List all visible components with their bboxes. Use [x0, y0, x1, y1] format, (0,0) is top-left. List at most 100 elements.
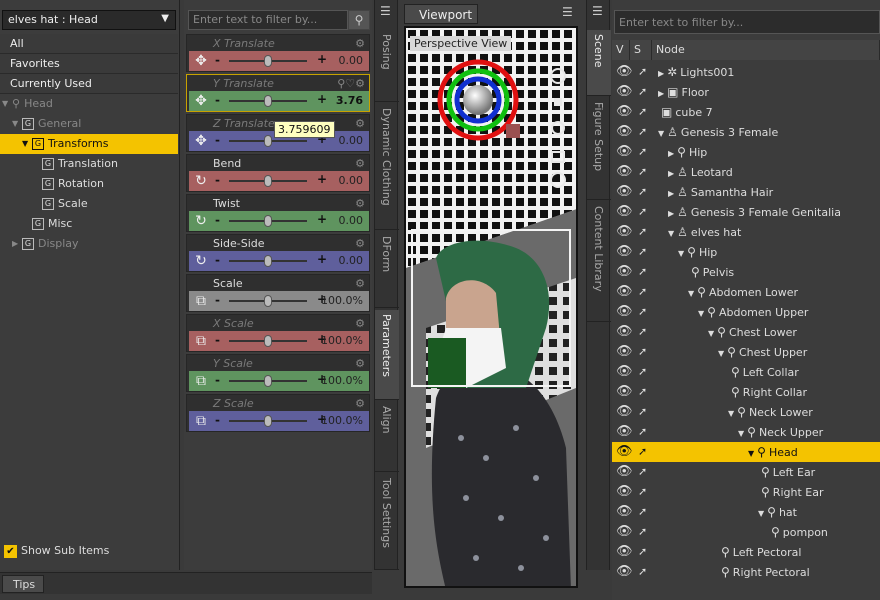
node-column-header[interactable]: Node: [652, 40, 880, 60]
eye-icon[interactable]: 👁: [616, 322, 633, 342]
expand-arrow-icon[interactable]: ▼: [22, 134, 32, 154]
slider-knob[interactable]: [264, 215, 272, 227]
param-value[interactable]: 100.0%: [321, 414, 363, 427]
viewport-menu-icon[interactable]: ☰: [562, 6, 576, 18]
decrement-button[interactable]: -: [215, 133, 220, 147]
increment-button[interactable]: +: [317, 252, 327, 266]
expand-arrow-icon[interactable]: ▶: [668, 149, 674, 158]
visibility-column-header[interactable]: V: [612, 40, 630, 60]
cursor-icon[interactable]: ➚: [638, 82, 647, 102]
eye-icon[interactable]: 👁: [616, 522, 633, 542]
eye-icon[interactable]: 👁: [616, 82, 633, 102]
eye-icon[interactable]: 👁: [616, 502, 633, 522]
tab-align[interactable]: Align: [375, 402, 399, 472]
tab-tool-settings[interactable]: Tool Settings: [375, 474, 399, 570]
decrement-button[interactable]: -: [215, 213, 220, 227]
scene-node-lights001[interactable]: 👁 ➚ ▶ ✲ Lights001: [612, 62, 880, 82]
scene-node-abdomen-lower[interactable]: 👁 ➚ ▼ ⚲ Abdomen Lower: [612, 282, 880, 302]
param-slider-bar[interactable]: ↻ - +0.00: [189, 171, 369, 191]
expand-arrow-icon[interactable]: ▼: [2, 94, 12, 114]
scene-node-right-pectoral[interactable]: 👁 ➚ ⚲ Right Pectoral: [612, 562, 880, 582]
cursor-icon[interactable]: ➚: [638, 302, 647, 322]
eye-icon[interactable]: 👁: [616, 462, 633, 482]
gear-icon[interactable]: ⚙: [355, 37, 365, 50]
scene-node-abdomen-upper[interactable]: 👁 ➚ ▼ ⚲ Abdomen Upper: [612, 302, 880, 322]
slider-knob[interactable]: [264, 175, 272, 187]
slider-knob[interactable]: [264, 255, 272, 267]
decrement-button[interactable]: -: [215, 53, 220, 67]
expand-arrow-icon[interactable]: ▼: [758, 509, 764, 518]
scene-node-genesis-3-female[interactable]: 👁 ➚ ▼ ♙ Genesis 3 Female: [612, 122, 880, 142]
scene-node-hat[interactable]: 👁 ➚ ▼ ⚲ hat: [612, 502, 880, 522]
eye-icon[interactable]: 👁: [616, 422, 633, 442]
cursor-icon[interactable]: ➚: [638, 182, 647, 202]
cursor-icon[interactable]: ➚: [638, 462, 647, 482]
scene-node-samantha-hair[interactable]: 👁 ➚ ▶ ♙ Samantha Hair: [612, 182, 880, 202]
eye-icon[interactable]: 👁: [616, 202, 633, 222]
cursor-icon[interactable]: ➚: [638, 482, 647, 502]
eye-icon[interactable]: 👁: [616, 262, 633, 282]
increment-button[interactable]: +: [317, 172, 327, 186]
decrement-button[interactable]: -: [215, 253, 220, 267]
expand-arrow-icon[interactable]: ▼: [748, 449, 754, 458]
tree-item-scale[interactable]: G Scale: [0, 194, 178, 214]
cursor-icon[interactable]: ➚: [638, 422, 647, 442]
eye-icon[interactable]: 👁: [616, 362, 633, 382]
param-y-scale[interactable]: Y Scale ⚙ ⧉ - +100.0%: [186, 354, 370, 392]
gear-icon[interactable]: ⚲♡⚙: [337, 77, 365, 90]
tree-item-general[interactable]: ▼ G General: [0, 114, 178, 134]
scene-node-floor[interactable]: 👁 ➚ ▶ ▣ Floor: [612, 82, 880, 102]
cursor-icon[interactable]: ➚: [638, 502, 647, 522]
param-slider-bar[interactable]: ↻ - +0.00: [189, 251, 369, 271]
eye-icon[interactable]: 👁: [616, 222, 633, 242]
tab-posing[interactable]: Posing: [375, 30, 399, 102]
param-value[interactable]: 0.00: [339, 54, 364, 67]
cursor-icon[interactable]: ➚: [638, 142, 647, 162]
param-slider-bar[interactable]: ✥ - +0.00: [189, 51, 369, 71]
param-value[interactable]: 0.00: [339, 254, 364, 267]
gear-icon[interactable]: ⚙: [355, 277, 365, 290]
scene-node-chest-lower[interactable]: 👁 ➚ ▼ ⚲ Chest Lower: [612, 322, 880, 342]
scene-node-chest-upper[interactable]: 👁 ➚ ▼ ⚲ Chest Upper: [612, 342, 880, 362]
slider-knob[interactable]: [264, 135, 272, 147]
increment-button[interactable]: +: [317, 92, 327, 106]
decrement-button[interactable]: -: [215, 333, 220, 347]
eye-icon[interactable]: 👁: [616, 162, 633, 182]
cursor-icon[interactable]: ➚: [638, 102, 647, 122]
scene-node-hip[interactable]: 👁 ➚ ▼ ⚲ Hip: [612, 242, 880, 262]
expand-arrow-icon[interactable]: ▼: [678, 249, 684, 258]
expand-arrow-icon[interactable]: ▶: [668, 169, 674, 178]
eye-icon[interactable]: 👁: [616, 562, 633, 582]
decrement-button[interactable]: -: [215, 413, 220, 427]
eye-icon[interactable]: 👁: [616, 402, 633, 422]
cursor-icon[interactable]: ➚: [638, 382, 647, 402]
slider-knob[interactable]: [264, 335, 272, 347]
expand-arrow-icon[interactable]: ▼: [708, 329, 714, 338]
cursor-icon[interactable]: ➚: [638, 342, 647, 362]
increment-button[interactable]: +: [317, 52, 327, 66]
eye-icon[interactable]: 👁: [616, 542, 633, 562]
scene-node-right-ear[interactable]: 👁 ➚ ⚲ Right Ear: [612, 482, 880, 502]
tree-item-translation[interactable]: G Translation: [0, 154, 178, 174]
increment-button[interactable]: +: [317, 212, 327, 226]
scene-node-left-collar[interactable]: 👁 ➚ ⚲ Left Collar: [612, 362, 880, 382]
param-z-scale[interactable]: Z Scale ⚙ ⧉ - +100.0%: [186, 394, 370, 432]
expand-arrow-icon[interactable]: ▼: [658, 129, 664, 138]
pane-menu-icon[interactable]: ☰: [592, 5, 606, 17]
scene-node-left-pectoral[interactable]: 👁 ➚ ⚲ Left Pectoral: [612, 542, 880, 562]
param-twist[interactable]: Twist ⚙ ↻ - +0.00: [186, 194, 370, 232]
tab-dform[interactable]: DForm: [375, 232, 399, 308]
scene-node-hip[interactable]: 👁 ➚ ▶ ⚲ Hip: [612, 142, 880, 162]
expand-arrow-icon[interactable]: ▼: [688, 289, 694, 298]
gear-icon[interactable]: ⚙: [355, 397, 365, 410]
param-bend[interactable]: Bend ⚙ ↻ - +0.00: [186, 154, 370, 192]
eye-icon[interactable]: 👁: [616, 482, 633, 502]
expand-arrow-icon[interactable]: ▶: [658, 69, 664, 78]
expand-arrow-icon[interactable]: ▼: [718, 349, 724, 358]
param-value[interactable]: 100.0%: [321, 374, 363, 387]
tree-item-transforms[interactable]: ▼ G Transforms: [0, 134, 178, 154]
show-sub-items-checkbox[interactable]: ✔ Show Sub Items: [4, 544, 109, 558]
cursor-icon[interactable]: ➚: [638, 242, 647, 262]
gear-icon[interactable]: ⚙: [355, 357, 365, 370]
viewport-3d[interactable]: Perspective View: [404, 26, 578, 588]
